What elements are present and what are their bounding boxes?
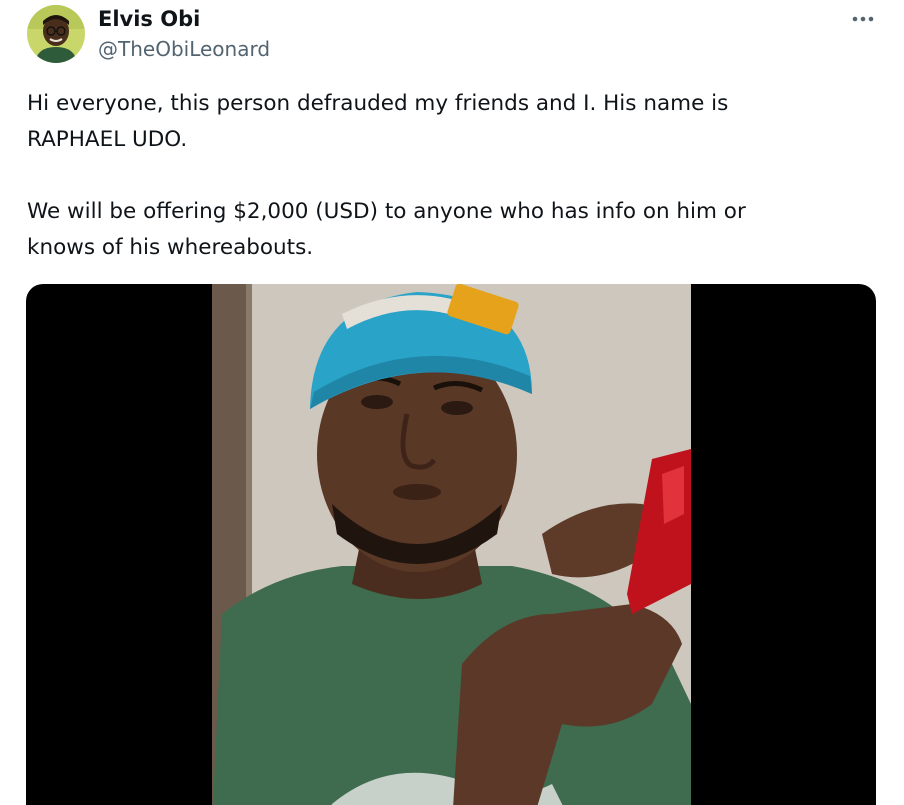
- author-name[interactable]: Elvis Obi: [98, 6, 200, 32]
- more-horizontal-icon: [852, 16, 874, 22]
- video-still-image: [212, 284, 691, 805]
- tweet-paragraph: We will be offering $2,000 (USD) to anyo…: [27, 199, 746, 260]
- tweet-media-video[interactable]: [26, 284, 876, 805]
- profile-photo-icon: [27, 5, 85, 63]
- tweet-text: Hi everyone, this person defrauded my fr…: [27, 86, 872, 266]
- more-options-button[interactable]: [843, 3, 883, 35]
- author-avatar[interactable]: [27, 5, 85, 63]
- author-handle[interactable]: @TheObiLeonard: [98, 37, 270, 61]
- tweet[interactable]: Elvis Obi @TheObiLeonard Hi everyone, th…: [0, 0, 904, 805]
- video-frame: [212, 284, 691, 805]
- tweet-paragraph: Hi everyone, this person defrauded my fr…: [27, 91, 729, 152]
